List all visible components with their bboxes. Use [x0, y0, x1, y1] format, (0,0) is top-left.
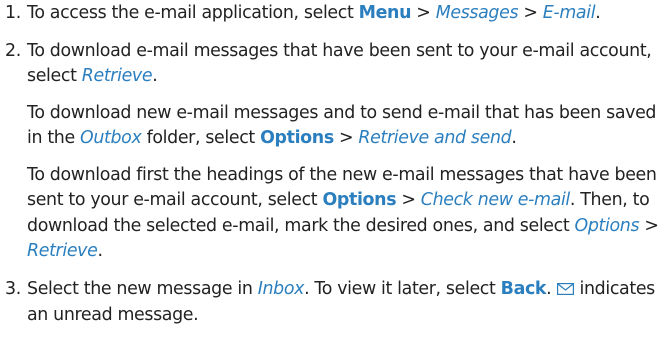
step-2: 2. To download e-mail messages that have…	[0, 39, 666, 265]
separator: >	[333, 128, 359, 148]
text: .	[546, 278, 552, 299]
text: folder, select	[141, 128, 261, 148]
menu-key-label: Options	[322, 190, 397, 210]
text: Select the new message in	[27, 278, 258, 299]
step-3-text: Select the new message in Inbox. To view…	[27, 277, 666, 329]
step-number: 2.	[5, 40, 21, 61]
menu-key-label: Back	[500, 278, 547, 299]
text: To access the e-mail application, select	[27, 3, 359, 23]
option-label: Inbox	[257, 278, 305, 299]
step-2-paragraph-1: To download e-mail messages that have be…	[27, 39, 666, 90]
step-1-text: To access the e-mail application, select…	[27, 1, 666, 27]
step-number: 3.	[5, 278, 21, 299]
text: . To view it later, select	[304, 278, 501, 299]
separator: >	[639, 215, 659, 236]
text: .	[595, 3, 601, 23]
menu-key-label: Menu	[358, 3, 412, 23]
envelope-icon	[557, 278, 575, 304]
text: .	[511, 128, 517, 148]
separator: >	[396, 190, 421, 210]
step-number: 1.	[5, 3, 21, 23]
separator: >	[518, 3, 543, 23]
step-3: 3. Select the new message in Inbox. To v…	[0, 277, 666, 329]
step-2-paragraph-3: To download first the headings of the ne…	[27, 163, 666, 265]
option-label: Options	[574, 215, 640, 236]
instruction-page: 1. To access the e-mail application, sel…	[0, 0, 666, 355]
option-label: Messages	[435, 3, 519, 23]
option-label: Retrieve and send	[358, 128, 512, 148]
menu-key-label: Options	[260, 128, 334, 148]
option-label: Check new e-mail	[420, 190, 570, 210]
step-2-paragraph-2: To download new e-mail messages and to s…	[27, 101, 666, 152]
option-label: Retrieve	[81, 66, 153, 86]
option-label: E-mail	[542, 3, 596, 23]
text: .	[97, 241, 103, 261]
option-label: Retrieve	[27, 241, 98, 261]
option-label: Outbox	[80, 128, 142, 148]
separator: >	[411, 3, 436, 23]
step-1: 1. To access the e-mail application, sel…	[0, 1, 666, 27]
text: .	[152, 66, 158, 86]
